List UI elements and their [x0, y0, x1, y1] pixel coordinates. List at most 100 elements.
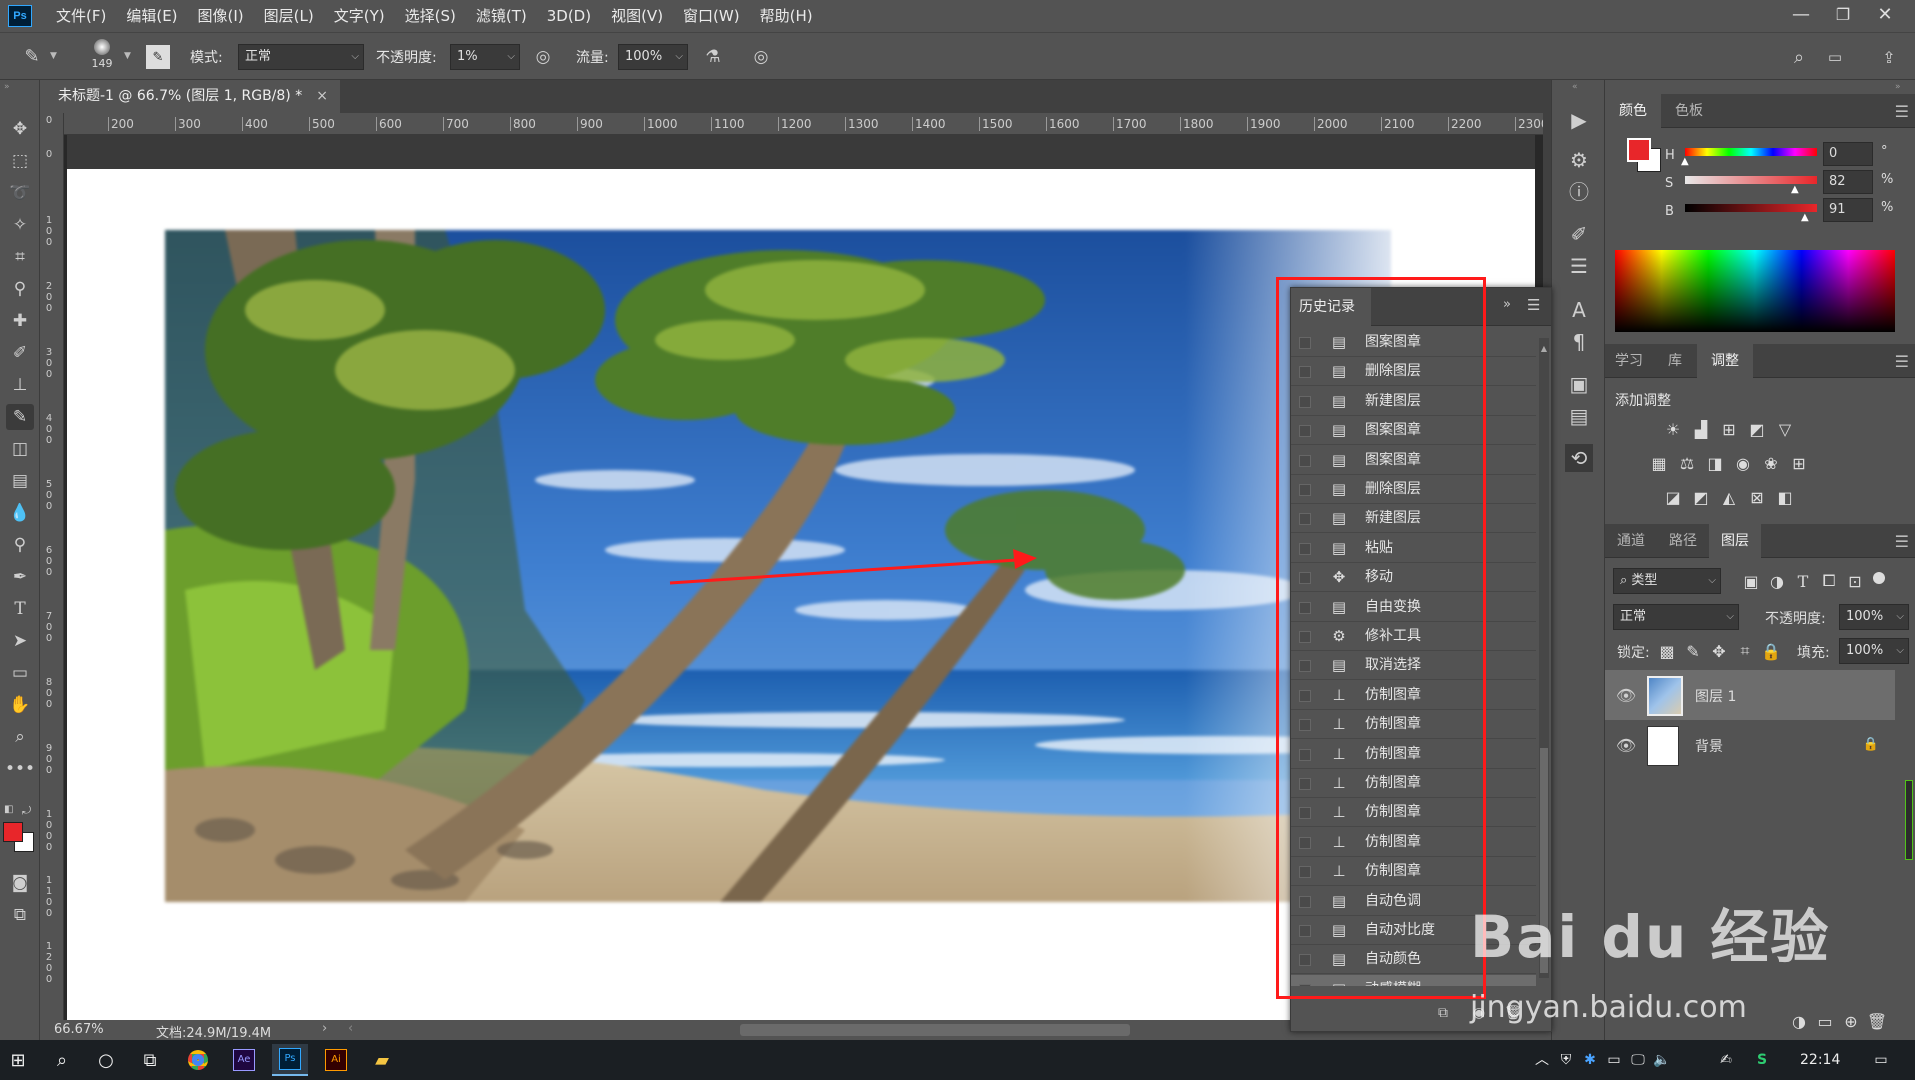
panel-menu-icon[interactable]: ☰ — [1895, 532, 1909, 551]
filter-adjustment-icon[interactable]: ◑ — [1765, 570, 1789, 592]
crop-tool-icon[interactable]: ⌗ — [6, 244, 34, 270]
tab-swatches[interactable]: 色板 — [1661, 94, 1717, 128]
zoom-tool-icon[interactable]: ⌕ — [6, 724, 34, 750]
volume-icon[interactable]: 🔈 — [1652, 1040, 1672, 1080]
properties-icon[interactable]: ⚙ — [1565, 146, 1593, 174]
brush-panel-icon[interactable]: ✎ — [146, 45, 170, 69]
chrome-icon[interactable] — [180, 1044, 216, 1076]
airbrush-icon[interactable]: ⚗ — [700, 44, 726, 70]
eye-icon[interactable]: 👁 — [1615, 734, 1637, 756]
marquee-tool-icon[interactable]: ⬚ — [6, 148, 34, 174]
new-fill-layer-icon[interactable]: ◑ — [1787, 1010, 1811, 1032]
lock-transparent-icon[interactable]: ▩ — [1655, 640, 1679, 662]
swap-colors-icon[interactable]: ⤾ — [22, 804, 31, 818]
battery-icon[interactable]: ▭ — [1604, 1040, 1624, 1080]
info-icon[interactable]: ⓘ — [1565, 176, 1593, 204]
eyedropper-tool-icon[interactable]: ⚲ — [6, 276, 34, 302]
menu-item[interactable]: 文件(F) — [46, 0, 116, 32]
blur-tool-icon[interactable]: 💧 — [6, 500, 34, 526]
hue-slider-handle[interactable]: ▲ — [1681, 156, 1689, 167]
panel-menu-icon[interactable]: ☰ — [1527, 296, 1540, 314]
levels-icon[interactable]: ▟ — [1689, 418, 1713, 440]
filter-smart-icon[interactable]: ⊡ — [1843, 570, 1867, 592]
character-icon[interactable]: A — [1565, 296, 1593, 324]
foreground-color-chip[interactable] — [1627, 138, 1651, 162]
layers-scrollbar[interactable] — [1905, 780, 1913, 860]
opacity-input[interactable]: 1% ⌵ — [450, 44, 520, 70]
selective-color-icon[interactable]: ⊠ — [1745, 486, 1769, 508]
menu-item[interactable]: 3D(D) — [537, 0, 601, 32]
b-input[interactable]: 91 — [1823, 198, 1873, 222]
filter-pixel-icon[interactable]: ▣ — [1739, 570, 1763, 592]
threshold-icon[interactable]: ◭ — [1717, 486, 1741, 508]
menu-item[interactable]: 选择(S) — [395, 0, 466, 32]
curves-icon[interactable]: ⊞ — [1717, 418, 1741, 440]
show-hidden-icons[interactable]: ︿ — [1532, 1040, 1552, 1080]
color-balance-icon[interactable]: ⚖ — [1675, 452, 1699, 474]
menu-item[interactable]: 视图(V) — [601, 0, 673, 32]
tab-layers[interactable]: 图层 — [1709, 524, 1761, 558]
black-white-icon[interactable]: ◨ — [1703, 452, 1727, 474]
menu-item[interactable]: 图层(L) — [254, 0, 324, 32]
layer-name[interactable]: 图层 1 — [1695, 686, 1736, 706]
color-spectrum[interactable] — [1615, 250, 1895, 332]
color-lookup-icon[interactable]: ⊞ — [1787, 452, 1811, 474]
hand-tool-icon[interactable]: ✋ — [6, 692, 34, 718]
menu-item[interactable]: 文字(Y) — [324, 0, 395, 32]
brush-tool-icon[interactable]: ✐ — [6, 340, 34, 366]
adjust-sliders-icon[interactable]: ☰ — [1565, 252, 1593, 280]
document-tab[interactable]: 未标题-1 @ 66.7% (图层 1, RGB/8) * × — [40, 80, 340, 113]
photoshop-taskbar-icon[interactable]: Ps — [272, 1044, 308, 1076]
collapse-arrows-icon[interactable]: » — [4, 82, 10, 92]
type-tool-icon[interactable]: T — [6, 596, 34, 622]
scroll-left-icon[interactable]: ‹ — [348, 1021, 353, 1036]
collapse-arrows-icon[interactable]: » — [1895, 82, 1901, 92]
share-icon[interactable]: ⇪ — [1876, 44, 1902, 70]
vibrance-icon[interactable]: ▽ — [1773, 418, 1797, 440]
new-group-icon[interactable]: ▭ — [1813, 1010, 1837, 1032]
security-shield-icon[interactable]: ⛨ — [1556, 1040, 1576, 1080]
clone-stamp-tool-icon[interactable]: ⊥ — [6, 372, 34, 398]
search-icon[interactable]: ⌕ — [44, 1044, 80, 1076]
pen-tool-icon[interactable]: ✒ — [6, 564, 34, 590]
tab-learn[interactable]: 学习 — [1605, 344, 1653, 378]
more-tools-icon[interactable]: ••• — [5, 756, 35, 782]
tab-adjustments[interactable]: 调整 — [1697, 344, 1753, 378]
bluetooth-icon[interactable]: ✱ — [1580, 1040, 1600, 1080]
brush-preset[interactable]: 149 — [88, 37, 116, 77]
magic-wand-tool-icon[interactable]: ✧ — [6, 212, 34, 238]
path-selection-tool-icon[interactable]: ➤ — [6, 628, 34, 654]
gradient-map-icon[interactable]: ◧ — [1773, 486, 1797, 508]
notifications-icon[interactable]: ▭ — [1866, 1040, 1896, 1080]
fill-input[interactable]: 100% ⌵ — [1839, 638, 1909, 664]
windows-start-icon[interactable]: ⊞ — [0, 1044, 36, 1076]
menu-item[interactable]: 编辑(E) — [116, 0, 187, 32]
screen-mode-icon[interactable]: ⧉ — [6, 902, 34, 928]
history-scrollbar[interactable]: ▲ — [1539, 338, 1549, 978]
pressure-size-icon[interactable]: ◎ — [748, 44, 774, 70]
panel-menu-icon[interactable]: ☰ — [1895, 352, 1909, 371]
task-view-icon[interactable]: ⧉ — [132, 1044, 168, 1076]
healing-brush-tool-icon[interactable]: ✚ — [6, 308, 34, 334]
h-input[interactable]: 0 — [1823, 142, 1873, 166]
glyphs-icon[interactable]: ▣ — [1565, 370, 1593, 398]
network-icon[interactable]: 🖵 — [1628, 1040, 1648, 1080]
brightness-contrast-icon[interactable]: ☀ — [1661, 418, 1685, 440]
brightness-slider-handle[interactable]: ▲ — [1801, 212, 1809, 223]
new-document-from-state-icon[interactable]: ⧉ — [1431, 1002, 1455, 1024]
eraser-tool-icon[interactable]: ◫ — [6, 436, 34, 462]
workspace-icon[interactable]: ▭ — [1822, 44, 1848, 70]
exposure-icon[interactable]: ◩ — [1745, 418, 1769, 440]
default-colors-icon[interactable]: ◧ — [4, 804, 13, 815]
invert-icon[interactable]: ◪ — [1661, 486, 1685, 508]
s-input[interactable]: 82 — [1823, 170, 1873, 194]
status-arrow-icon[interactable]: › — [322, 1021, 327, 1036]
history-panel-icon[interactable]: ⟲ — [1565, 444, 1593, 472]
horizontal-scrollbar[interactable] — [740, 1024, 1130, 1036]
lock-position-icon[interactable]: ✥ — [1707, 640, 1731, 662]
minimize-icon[interactable]: — — [1780, 0, 1822, 28]
history-brush-tool-icon[interactable]: ✎ — [18, 43, 46, 69]
filter-shape-icon[interactable]: ⧠ — [1817, 570, 1841, 592]
menu-item[interactable]: 滤镜(T) — [466, 0, 537, 32]
rectangle-tool-icon[interactable]: ▭ — [6, 660, 34, 686]
